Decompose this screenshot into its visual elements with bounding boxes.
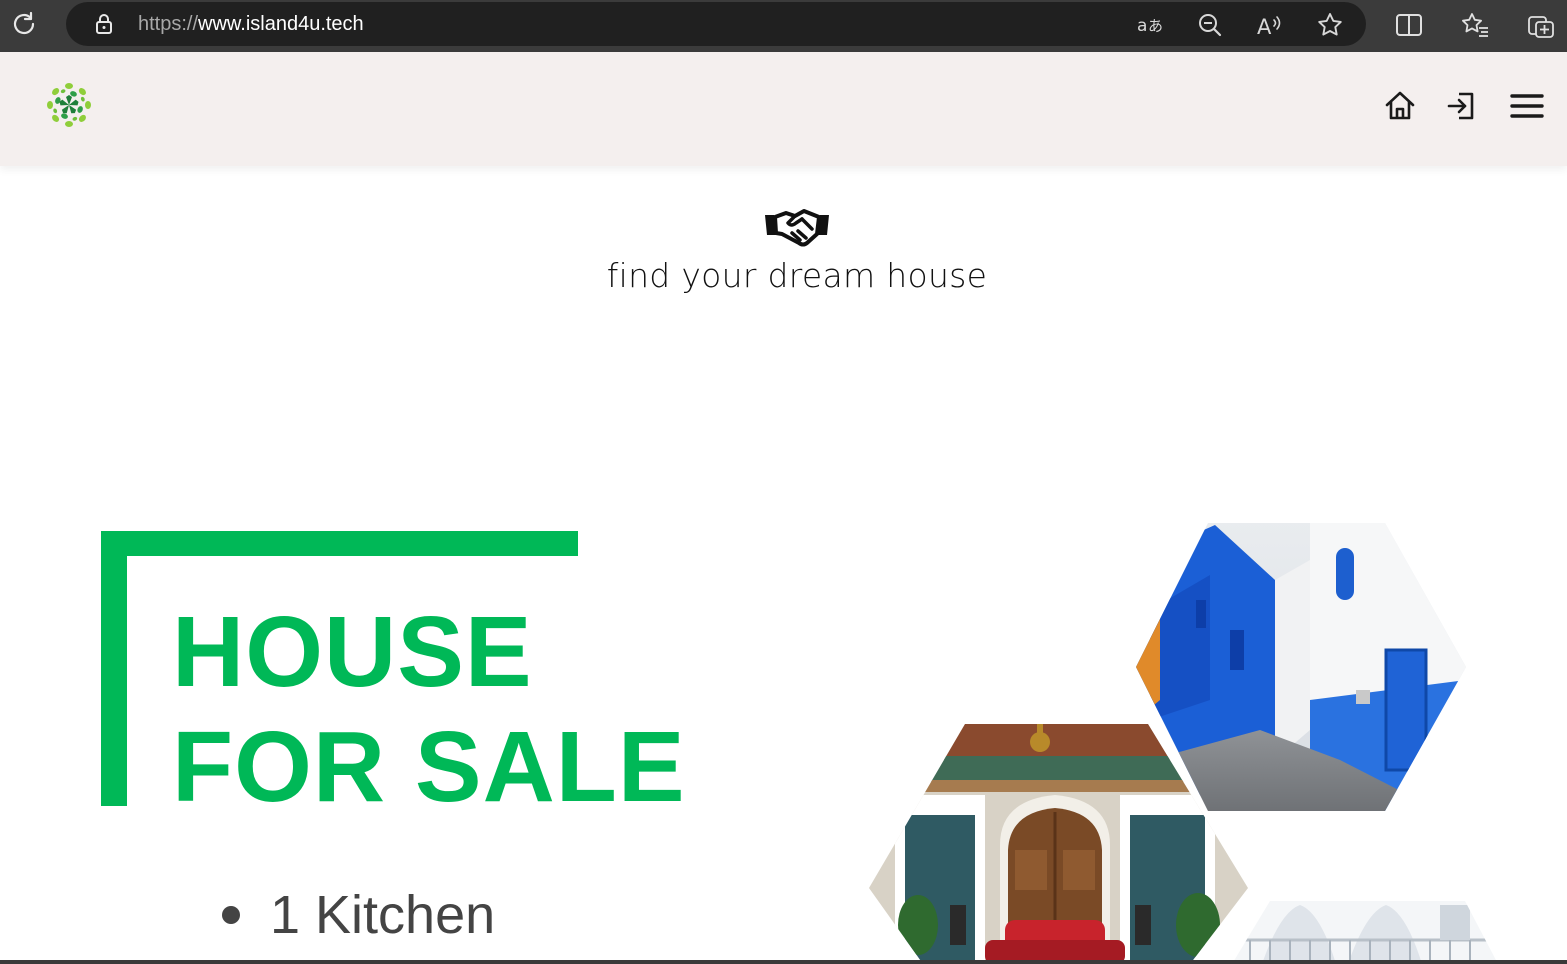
- banner-heading-line-2: FOR SALE: [172, 711, 686, 823]
- favorites-icon[interactable]: [1460, 10, 1490, 40]
- photo-blue-alley[interactable]: [1130, 520, 1470, 815]
- home-icon[interactable]: [1382, 88, 1418, 124]
- photo-riad-courtyard[interactable]: [865, 720, 1255, 964]
- page-title: find your dream house: [606, 256, 988, 295]
- lock-icon[interactable]: [94, 13, 114, 35]
- star-icon[interactable]: [1316, 11, 1344, 39]
- photo-white-balcony[interactable]: [1228, 898, 1503, 964]
- banner-bracket-top: [101, 531, 578, 556]
- bullet-icon: [222, 906, 240, 924]
- site-header: [0, 52, 1567, 166]
- leaf-logo-icon[interactable]: [44, 80, 94, 130]
- url-text[interactable]: https://www.island4u.tech: [138, 13, 364, 35]
- url-scheme: https://: [138, 13, 199, 35]
- banner-heading-line-1: HOUSE: [172, 596, 533, 708]
- browser-toolbar: https://www.island4u.tech a あ A: [0, 0, 1567, 52]
- read-aloud-icon[interactable]: A: [1256, 11, 1284, 39]
- svg-text:A: A: [1257, 15, 1272, 38]
- zoom-out-icon[interactable]: [1196, 11, 1224, 39]
- feature-list: 1 Kitchen: [222, 884, 495, 946]
- list-item: 1 Kitchen: [222, 884, 495, 946]
- svg-text:あ: あ: [1148, 17, 1163, 35]
- address-bar[interactable]: https://www.island4u.tech a あ A: [66, 2, 1366, 46]
- split-screen-icon[interactable]: [1394, 10, 1424, 40]
- window-bottom-edge: [0, 960, 1567, 964]
- hamburger-menu-icon[interactable]: [1509, 88, 1545, 124]
- reload-icon[interactable]: [8, 8, 40, 40]
- url-host: www.island4u.tech: [198, 13, 364, 35]
- handshake-icon: [762, 205, 832, 249]
- feature-label: 1 Kitchen: [270, 885, 496, 945]
- collections-icon[interactable]: [1526, 10, 1556, 40]
- banner-bracket-left: [101, 531, 127, 806]
- sign-in-icon[interactable]: [1443, 88, 1479, 124]
- translate-icon[interactable]: a あ: [1136, 11, 1164, 39]
- svg-text:a: a: [1137, 16, 1147, 36]
